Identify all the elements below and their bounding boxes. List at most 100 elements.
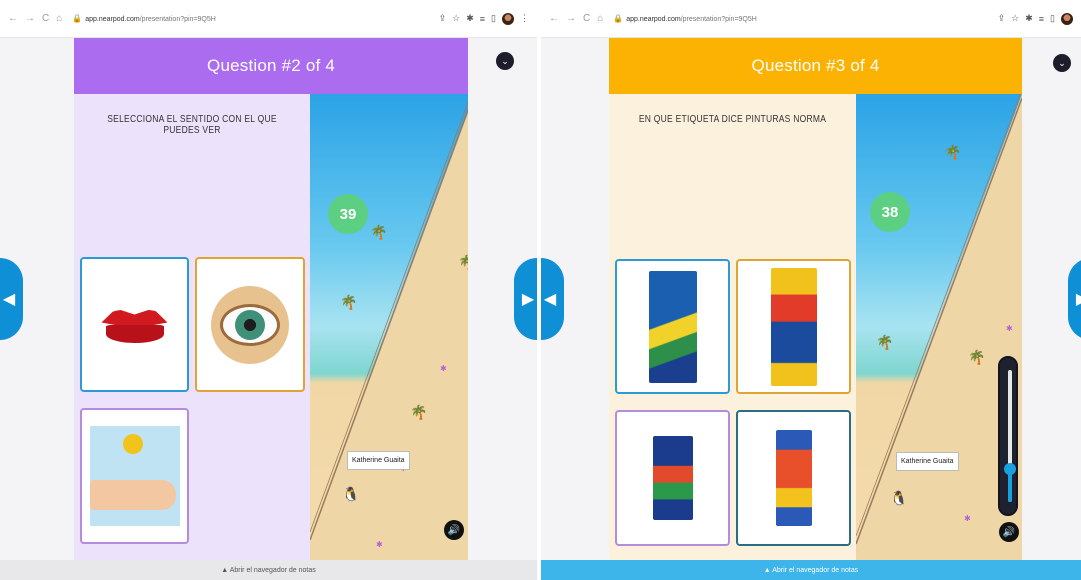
back-icon[interactable]: ←: [549, 13, 559, 24]
timer-value: 39: [339, 205, 357, 223]
pencil-box-1-image: [648, 270, 697, 383]
game-race-panel: 39 🌴 🌴 🌴 🌴 ✱ ✱ ✱ Katherine Guaita 🐧 🔊: [310, 94, 468, 560]
star-icon[interactable]: ☆: [1011, 13, 1019, 24]
speaker-icon: 🔊: [447, 524, 461, 536]
pencil-box-3-image: [652, 436, 693, 520]
share-icon[interactable]: ⇪: [998, 13, 1006, 24]
chevron-down-icon: ⌄: [1058, 57, 1066, 68]
penguin-icon: 🐧: [890, 490, 908, 506]
answer-option-hand[interactable]: [80, 408, 189, 544]
collapse-button[interactable]: ⌄: [1053, 54, 1071, 72]
volume-knob[interactable]: [1004, 463, 1016, 475]
question-header: Question #3 of 4: [609, 38, 1022, 94]
right-screenshot: ← → C ⌂ 🔒 app.nearpod.com/presentation?pi…: [541, 0, 1081, 580]
answer-option-4[interactable]: [736, 410, 851, 546]
reading-list-icon[interactable]: ≡: [480, 14, 485, 24]
notes-navigator-bar[interactable]: ▲ Abrir el navegador de notas: [541, 560, 1081, 580]
player-name: Katherine Guaita: [352, 457, 405, 464]
star-icon[interactable]: ☆: [452, 13, 460, 24]
menu-icon[interactable]: ⋮: [520, 13, 529, 24]
sidebar-icon[interactable]: ▯: [491, 13, 496, 24]
palm-tree-icon: 🌴: [410, 404, 428, 420]
avatar[interactable]: [502, 12, 514, 25]
question-pane: EN QUE ETIQUETA DICE PINTURAS NORMA: [609, 94, 856, 560]
forward-icon[interactable]: →: [566, 13, 576, 24]
sound-button[interactable]: 🔊: [444, 520, 464, 540]
notes-navigator-label: ▲ Abrir el navegador de notas: [763, 566, 859, 574]
timer-badge: 39: [328, 194, 368, 234]
answer-option-lips[interactable]: [80, 257, 189, 392]
pencil-box-2-image: [770, 267, 817, 386]
extensions-icon[interactable]: ✱: [466, 13, 474, 24]
palm-tree-icon: 🌴: [876, 334, 894, 350]
chevron-right-icon: ▶: [1076, 289, 1081, 309]
starfish-icon: ✱: [440, 364, 447, 373]
palm-tree-icon: 🌴: [370, 224, 388, 240]
browser-toolbar: ← → C ⌂ 🔒 app.nearpod.com/presentation?pi…: [541, 0, 1081, 38]
question-text: EN QUE ETIQUETA DICE PINTURAS NORMA: [638, 114, 827, 125]
url-path: /presentation?pin=9Q5H: [680, 16, 757, 23]
player-label: Katherine Guaita: [347, 451, 410, 470]
reload-icon[interactable]: C: [42, 13, 49, 24]
pencil-box-4-image: [775, 430, 812, 526]
eye-image: [211, 285, 289, 364]
home-icon[interactable]: ⌂: [597, 13, 603, 24]
notes-navigator-bar[interactable]: ▲ Abrir el navegador de notas: [0, 560, 537, 580]
timer-value: 38: [881, 203, 899, 221]
speaker-icon: 🔊: [1002, 526, 1016, 538]
question-text: SELECCIONA EL SENTIDO CON EL QUE PUEDES …: [107, 114, 277, 136]
back-icon[interactable]: ←: [8, 13, 18, 24]
palm-tree-icon: 🌴: [968, 349, 986, 365]
sidebar-icon[interactable]: ▯: [1050, 13, 1055, 24]
left-screenshot: ← → C ⌂ 🔒 app.nearpod.com/presentation?pi…: [0, 0, 537, 580]
answer-option-eye[interactable]: [195, 257, 305, 392]
player-label: Katherine Guaita: [896, 452, 959, 471]
starfish-icon: ✱: [1006, 324, 1013, 333]
volume-slider[interactable]: [998, 356, 1018, 516]
palm-tree-icon: 🌴: [340, 294, 358, 310]
question-pane: SELECCIONA EL SENTIDO CON EL QUE PUEDES …: [74, 94, 310, 560]
lock-icon: 🔒: [72, 14, 83, 23]
answer-option-1[interactable]: [615, 259, 730, 394]
lock-icon: 🔒: [613, 14, 624, 23]
penguin-icon: 🐧: [342, 486, 360, 502]
url-host: app.nearpod.com: [626, 16, 681, 23]
address-bar[interactable]: 🔒 app.nearpod.com/presentation?pin=9Q5H: [613, 14, 757, 23]
palm-tree-icon: 🌴: [458, 254, 468, 270]
chevron-down-icon: ⌄: [501, 55, 509, 66]
question-counter: Question #2 of 4: [207, 56, 335, 75]
question-counter: Question #3 of 4: [751, 56, 880, 75]
next-arrow-button[interactable]: ▶: [1068, 258, 1081, 340]
home-icon[interactable]: ⌂: [56, 13, 62, 24]
share-icon[interactable]: ⇪: [439, 13, 447, 24]
chevron-left-icon: ◀: [2, 291, 16, 308]
sound-button[interactable]: 🔊: [999, 522, 1019, 542]
player-name: Katherine Guaita: [901, 458, 954, 465]
extensions-icon[interactable]: ✱: [1025, 13, 1033, 24]
forward-icon[interactable]: →: [25, 13, 35, 24]
url-host: app.nearpod.com: [85, 16, 140, 23]
question-header: Question #2 of 4: [74, 38, 468, 94]
lips-image: [101, 305, 168, 345]
previous-arrow-button[interactable]: ◀: [541, 258, 564, 340]
address-bar[interactable]: 🔒 app.nearpod.com/presentation?pin=9Q5H: [72, 14, 216, 23]
chevron-left-icon: ◀: [543, 291, 557, 308]
starfish-icon: ✱: [376, 540, 383, 549]
starfish-icon: ✱: [964, 514, 971, 523]
palm-tree-icon: 🌴: [944, 144, 962, 160]
url-path: /presentation?pin=9Q5H: [139, 16, 216, 23]
notes-navigator-label: ▲ Abrir el navegador de notas: [221, 566, 316, 574]
next-arrow-button[interactable]: ▶: [514, 258, 537, 340]
reading-list-icon[interactable]: ≡: [1039, 14, 1044, 24]
timer-badge: 38: [870, 192, 910, 232]
answer-option-3[interactable]: [615, 410, 730, 546]
beach-fence: [310, 101, 468, 541]
reload-icon[interactable]: C: [583, 13, 590, 24]
hand-image: [89, 426, 180, 526]
collapse-button[interactable]: ⌄: [496, 52, 514, 70]
chevron-right-icon: ▶: [521, 291, 535, 308]
browser-toolbar: ← → C ⌂ 🔒 app.nearpod.com/presentation?pi…: [0, 0, 537, 38]
avatar[interactable]: [1061, 12, 1073, 25]
previous-arrow-button[interactable]: ◀: [0, 258, 23, 340]
answer-option-2[interactable]: [736, 259, 851, 394]
